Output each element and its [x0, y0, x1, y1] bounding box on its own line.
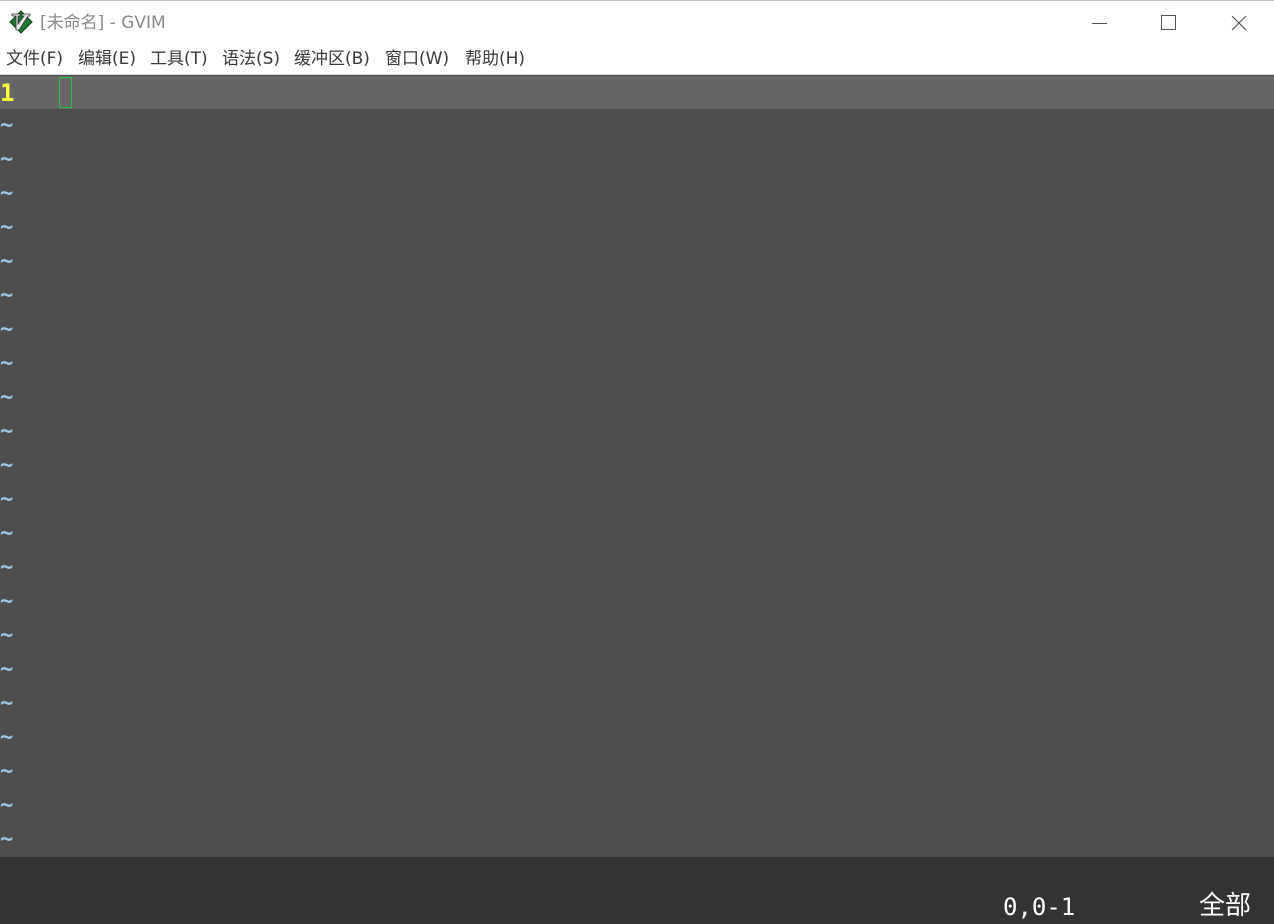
gvim-window: [未命名] - GVIM 文件(F) 编辑(E) 工具(T) 语法(S) 缓冲区…	[0, 0, 1274, 924]
close-icon	[1231, 15, 1247, 31]
empty-line-marker: ~	[0, 147, 14, 172]
empty-line-marker: ~	[0, 657, 14, 682]
editor-area[interactable]: 1 ~ ~ ~ ~ ~ ~ ~ ~ ~ ~ ~ ~ ~ ~ ~ ~ ~ ~ ~ ~ ~ ~	[0, 74, 1274, 857]
empty-line-marker: ~	[0, 759, 14, 784]
empty-line-marker: ~	[0, 453, 14, 478]
scroll-position: 全部	[1199, 891, 1252, 921]
empty-line-marker: ~	[0, 351, 14, 376]
menu-edit[interactable]: 编辑(E)	[78, 48, 136, 70]
empty-line-marker: ~	[0, 113, 14, 138]
empty-line-marker: ~	[0, 623, 14, 648]
minimize-button[interactable]	[1064, 1, 1134, 45]
empty-line-marker: ~	[0, 249, 14, 274]
close-button[interactable]	[1204, 1, 1274, 45]
empty-line-marker: ~	[0, 283, 14, 308]
empty-line-marker: ~	[0, 317, 14, 342]
title-bar[interactable]: [未命名] - GVIM	[0, 0, 1274, 44]
empty-line-marker: ~	[0, 555, 14, 580]
menu-tools[interactable]: 工具(T)	[150, 48, 208, 70]
empty-line-marker: ~	[0, 589, 14, 614]
empty-line-marker: ~	[0, 215, 14, 240]
line-number: 1	[0, 79, 15, 107]
minimize-icon	[1092, 23, 1107, 24]
maximize-icon	[1161, 15, 1176, 30]
empty-line-marker: ~	[0, 521, 14, 546]
command-line: 0,0-1 全部	[0, 857, 1274, 924]
empty-line-marker: ~	[0, 793, 14, 818]
menu-bar: 文件(F) 编辑(E) 工具(T) 语法(S) 缓冲区(B) 窗口(W) 帮助(…	[0, 44, 1274, 74]
cursor-line	[0, 76, 1274, 109]
empty-line-marker: ~	[0, 487, 14, 512]
menu-window[interactable]: 窗口(W)	[385, 48, 449, 70]
ruler-position: 0,0-1	[1003, 893, 1076, 921]
window-title: [未命名] - GVIM	[40, 13, 166, 33]
menu-help[interactable]: 帮助(H)	[465, 48, 525, 70]
menu-file[interactable]: 文件(F)	[6, 48, 63, 70]
empty-line-marker: ~	[0, 181, 14, 206]
empty-line-marker: ~	[0, 827, 14, 852]
empty-line-marker: ~	[0, 385, 14, 410]
maximize-button[interactable]	[1134, 1, 1204, 45]
text-cursor	[59, 77, 72, 108]
menu-syntax[interactable]: 语法(S)	[222, 48, 280, 70]
menu-buffers[interactable]: 缓冲区(B)	[294, 48, 370, 70]
empty-line-marker: ~	[0, 725, 14, 750]
empty-line-marker: ~	[0, 691, 14, 716]
vim-icon[interactable]	[9, 10, 33, 34]
empty-line-marker: ~	[0, 419, 14, 444]
